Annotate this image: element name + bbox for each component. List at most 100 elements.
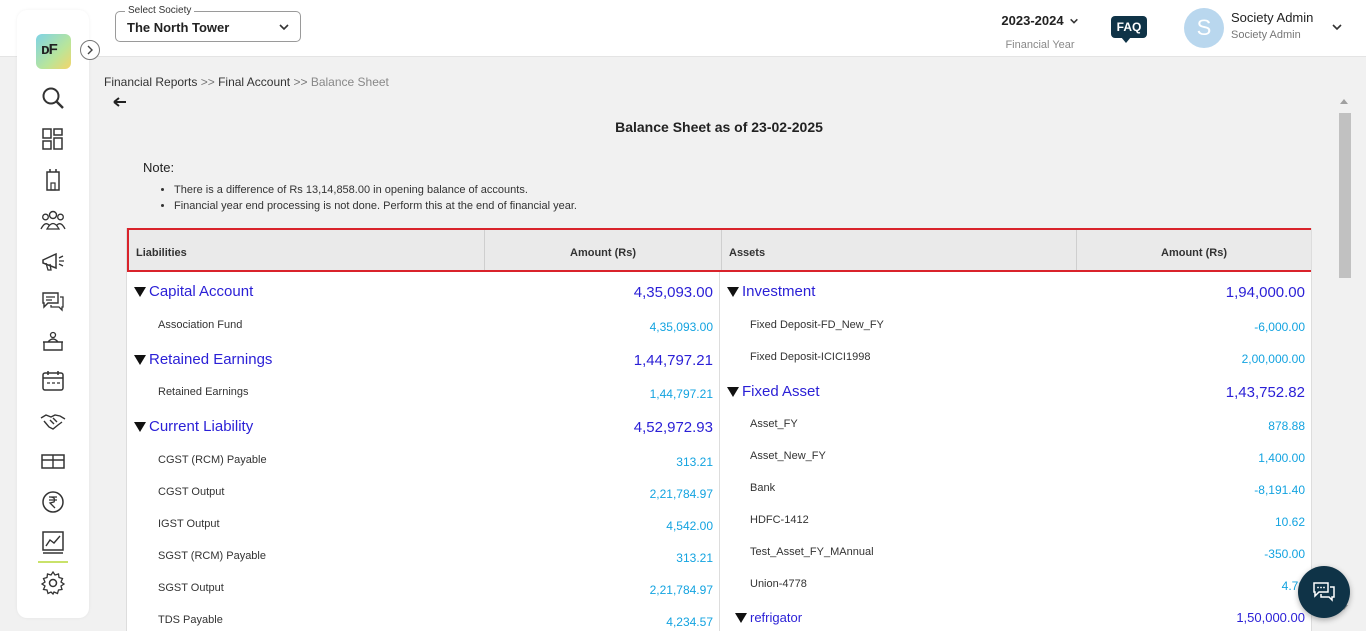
society-select-label: Select Society [125, 5, 195, 17]
triangle-down-icon[interactable] [735, 612, 747, 623]
group-label: Capital Account [149, 283, 254, 300]
ticket-icon[interactable] [40, 448, 66, 474]
triangle-down-icon[interactable] [727, 286, 739, 297]
user-info[interactable]: Society Admin Society Admin [1231, 10, 1313, 41]
ledger-label: HDFC-1412 [750, 514, 809, 526]
group-capital-account[interactable]: Capital Account [134, 283, 253, 300]
ledger-amount[interactable]: 4.72 [1099, 579, 1305, 593]
column-divider [719, 272, 720, 631]
chevron-down-icon [1069, 18, 1078, 24]
triangle-down-icon[interactable] [134, 421, 146, 432]
ledger-amount[interactable]: 4,234.57 [507, 615, 713, 629]
avatar[interactable]: S [1184, 8, 1224, 48]
ledger-label: Asset_FY [750, 418, 798, 430]
group-amount: 4,52,972.93 [633, 419, 713, 436]
search-icon[interactable] [40, 85, 66, 111]
chevron-down-icon[interactable] [1331, 21, 1343, 33]
financial-year-selector[interactable]: 2023-2024 Financial Year [990, 12, 1090, 51]
ledger-label: Asset_New_FY [750, 450, 826, 462]
sidebar-collapse-button[interactable] [80, 40, 100, 60]
settings-icon[interactable] [40, 570, 66, 596]
group-refrigator[interactable]: refrigator [735, 610, 802, 625]
header-assets: Assets [721, 230, 1076, 270]
top-header: Select Society The North Tower 2023-2024… [0, 0, 1366, 57]
ledger-label: IGST Output [158, 518, 220, 530]
group-label: Retained Earnings [149, 351, 273, 368]
society-select[interactable]: Select Society The North Tower [115, 5, 301, 42]
scroll-up-arrow-icon[interactable] [1340, 99, 1348, 104]
chat-icon[interactable] [40, 288, 66, 314]
financial-year-value: 2023-2024 [1001, 13, 1064, 28]
note-item: There is a difference of Rs 13,14,858.00… [174, 182, 577, 198]
group-fixed-asset[interactable]: Fixed Asset [727, 383, 820, 400]
chevron-down-icon [279, 24, 289, 31]
group-amount: 1,44,797.21 [633, 352, 713, 369]
ledger-amount[interactable]: 313.21 [507, 455, 713, 469]
ledger-label: SGST Output [158, 582, 224, 594]
ledger-amount[interactable]: 2,21,784.97 [507, 583, 713, 597]
ledger-amount[interactable]: 1,44,797.21 [507, 387, 713, 401]
breadcrumb: Financial Reports >> Final Account >> Ba… [104, 75, 389, 89]
breadcrumb-balance-sheet: Balance Sheet [310, 75, 389, 89]
calendar-icon[interactable] [40, 368, 66, 394]
ledger-label: TDS Payable [158, 614, 223, 626]
ledger-amount[interactable]: 313.21 [507, 551, 713, 565]
scrollbar-thumb[interactable] [1339, 113, 1351, 278]
triangle-down-icon[interactable] [727, 386, 739, 397]
ledger-amount[interactable]: 4,542.00 [507, 519, 713, 533]
ledger-amount[interactable]: 2,21,784.97 [507, 487, 713, 501]
group-amount: 1,43,752.82 [1225, 384, 1305, 401]
rupee-icon[interactable] [40, 489, 66, 515]
breadcrumb-final-account[interactable]: Final Account [218, 75, 290, 89]
ledger-label: CGST (RCM) Payable [158, 454, 267, 466]
ledger-amount[interactable]: 4,35,093.00 [507, 320, 713, 334]
note-item: Financial year end processing is not don… [174, 198, 577, 214]
group-label: Current Liability [149, 418, 254, 435]
helpdesk-icon[interactable] [40, 328, 66, 354]
group-retained-earnings[interactable]: Retained Earnings [134, 351, 272, 368]
ledger-label: Union-4778 [750, 578, 807, 590]
active-nav-indicator [38, 561, 68, 563]
ledger-amount[interactable]: -8,191.40 [1099, 483, 1305, 497]
ledger-label: SGST (RCM) Payable [158, 550, 266, 562]
ledger-amount[interactable]: -350.00 [1099, 547, 1305, 561]
building-icon[interactable] [40, 167, 66, 193]
chat-support-button[interactable] [1298, 566, 1350, 618]
ledger-amount[interactable]: 878.88 [1099, 419, 1305, 433]
user-role: Society Admin [1231, 29, 1301, 41]
group-current-liability[interactable]: Current Liability [134, 418, 253, 435]
ledger-amount[interactable]: 2,00,000.00 [1099, 352, 1305, 366]
page-title: Balance Sheet as of 23-02-2025 [615, 119, 823, 135]
group-investment[interactable]: Investment [727, 283, 815, 300]
group-amount: 1,94,000.00 [1225, 284, 1305, 301]
triangle-down-icon[interactable] [134, 354, 146, 365]
table-header-row: Liabilities Amount (Rs) Assets Amount (R… [127, 228, 1311, 272]
ledger-label: CGST Output [158, 486, 225, 498]
society-select-value: The North Tower [127, 20, 230, 35]
breadcrumb-financial-reports[interactable]: Financial Reports [104, 75, 197, 89]
back-arrow-icon[interactable] [113, 96, 127, 108]
breadcrumb-separator: >> [293, 75, 308, 89]
announcement-icon[interactable] [40, 248, 66, 274]
financial-year-label: Financial Year [1005, 39, 1075, 51]
group-amount: 4,35,093.00 [633, 284, 713, 301]
note-list: There is a difference of Rs 13,14,858.00… [143, 182, 577, 214]
user-name: Society Admin [1231, 10, 1314, 25]
ledger-amount[interactable]: -6,000.00 [1099, 320, 1305, 334]
handshake-icon[interactable] [40, 408, 66, 434]
ledger-label: Test_Asset_FY_MAnnual [750, 546, 874, 558]
members-icon[interactable] [40, 207, 66, 233]
ledger-label: Association Fund [158, 319, 243, 331]
ledger-label: Fixed Deposit-ICICI1998 [750, 351, 871, 363]
ledger-label: Fixed Deposit-FD_New_FY [750, 319, 884, 331]
group-label: Fixed Asset [742, 383, 820, 400]
header-amount-liabilities: Amount (Rs) [484, 230, 721, 270]
note-heading: Note: [143, 160, 175, 175]
ledger-amount[interactable]: 1,400.00 [1099, 451, 1305, 465]
app-logo[interactable]: ᴅF [36, 34, 71, 69]
reports-icon[interactable] [40, 529, 66, 555]
faq-button[interactable]: FAQ [1111, 16, 1147, 43]
ledger-amount[interactable]: 10.62 [1099, 515, 1305, 529]
triangle-down-icon[interactable] [134, 286, 146, 297]
chat-bubble-icon [1313, 582, 1335, 602]
